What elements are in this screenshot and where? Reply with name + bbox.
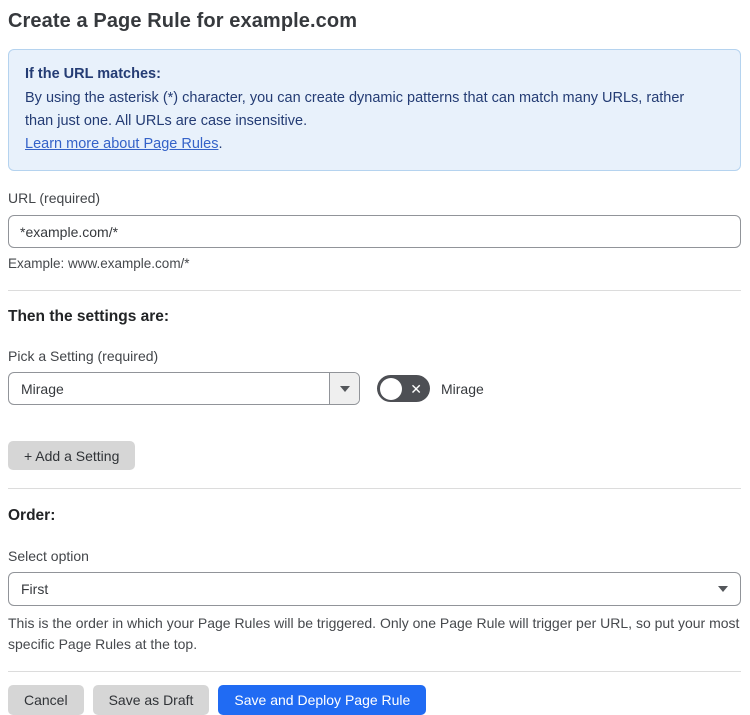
- chevron-down-icon: [339, 385, 350, 392]
- setting-select-value: Mirage: [21, 380, 64, 397]
- divider-2: [8, 488, 741, 489]
- footer-button-bar: Cancel Save as Draft Save and Deploy Pag…: [8, 685, 741, 715]
- url-match-info-box: If the URL matches: By using the asteris…: [8, 49, 741, 171]
- mirage-toggle[interactable]: ✕: [377, 375, 430, 402]
- divider-3: [8, 671, 741, 672]
- order-helper-text: This is the order in which your Page Rul…: [8, 615, 740, 652]
- page-title: Create a Page Rule for example.com: [8, 10, 358, 32]
- save-and-deploy-button[interactable]: Save and Deploy Page Rule: [218, 685, 427, 715]
- add-setting-button[interactable]: + Add a Setting: [8, 441, 136, 470]
- link-suffix: .: [218, 136, 223, 152]
- toggle-knob: [380, 377, 402, 400]
- settings-section-heading: Then the settings are:: [8, 308, 170, 325]
- url-input[interactable]: [8, 215, 741, 248]
- pick-setting-label: Pick a Setting (required): [8, 348, 159, 364]
- info-box-body: By using the asterisk (*) character, you…: [25, 90, 685, 129]
- order-section-heading: Order:: [8, 507, 56, 524]
- url-field-label: URL (required): [8, 190, 101, 206]
- chevron-down-icon: [718, 586, 728, 592]
- setting-select-caret-button[interactable]: [329, 373, 359, 404]
- info-box-heading: If the URL matches:: [25, 66, 161, 82]
- order-select[interactable]: First: [8, 572, 741, 606]
- toggle-off-x-icon: ✕: [410, 380, 422, 397]
- divider-1: [8, 290, 741, 291]
- url-example-helper: Example: www.example.com/*: [8, 256, 190, 271]
- save-as-draft-button[interactable]: Save as Draft: [92, 685, 210, 715]
- toggle-label: Mirage: [441, 380, 484, 397]
- cancel-button[interactable]: Cancel: [8, 685, 84, 715]
- select-option-label: Select option: [8, 548, 89, 564]
- info-box-link-line: Learn more about Page Rules.: [25, 133, 724, 156]
- create-page-rule-form: Create a Page Rule for example.com If th…: [0, 0, 750, 715]
- order-select-value: First: [21, 581, 49, 597]
- setting-picker-row: Mirage ✕ Mirage: [8, 372, 741, 405]
- setting-select[interactable]: Mirage: [8, 372, 360, 405]
- learn-more-link[interactable]: Learn more about Page Rules: [25, 136, 218, 152]
